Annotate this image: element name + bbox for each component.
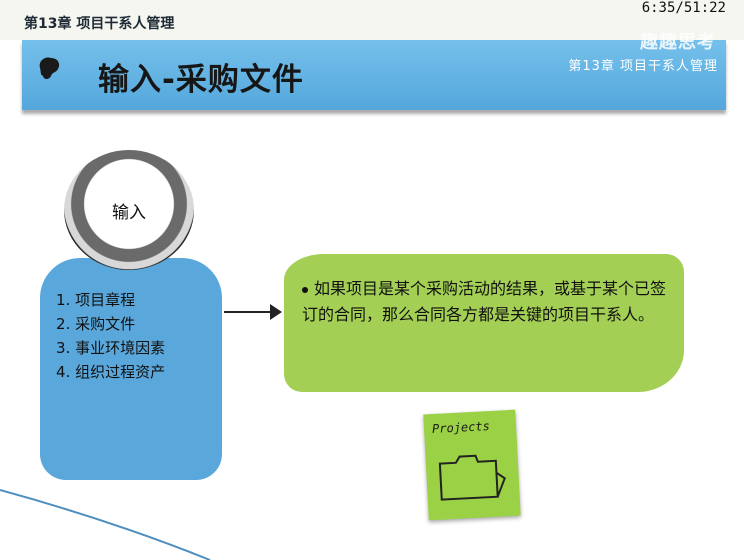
list-item: 2. 采购文件	[56, 315, 136, 333]
callout-sentence: 如果项目是某个采购活动的结果，或基于某个已签订的合同，那么合同各方都是关键的项目…	[302, 279, 667, 324]
callout-text: 如果项目是某个采购活动的结果，或基于某个已签订的合同，那么合同各方都是关键的项目…	[302, 276, 674, 328]
inputs-panel: 1. 项目章程 2. 采购文件 3. 事业环境因素 4. 组织过程资产	[40, 258, 222, 480]
callout-bubble: 如果项目是某个采购活动的结果，或基于某个已签订的合同，那么合同各方都是关键的项目…	[284, 254, 684, 392]
list-item: 4. 组织过程资产	[56, 363, 166, 381]
bullet-icon	[302, 286, 308, 293]
projects-sticky-note: Projects	[423, 409, 521, 521]
note-label: Projects	[431, 419, 491, 437]
arrow-right-icon	[224, 304, 282, 320]
list-item: 1. 项目章程	[56, 291, 136, 309]
input-circle: 输入	[64, 150, 194, 270]
list-item: 3. 事业环境因素	[56, 339, 166, 357]
folder-icon	[438, 454, 506, 501]
inputs-list: 1. 项目章程 2. 采购文件 3. 事业环境因素 4. 组织过程资产	[56, 288, 165, 384]
circle-label: 输入	[112, 203, 146, 223]
